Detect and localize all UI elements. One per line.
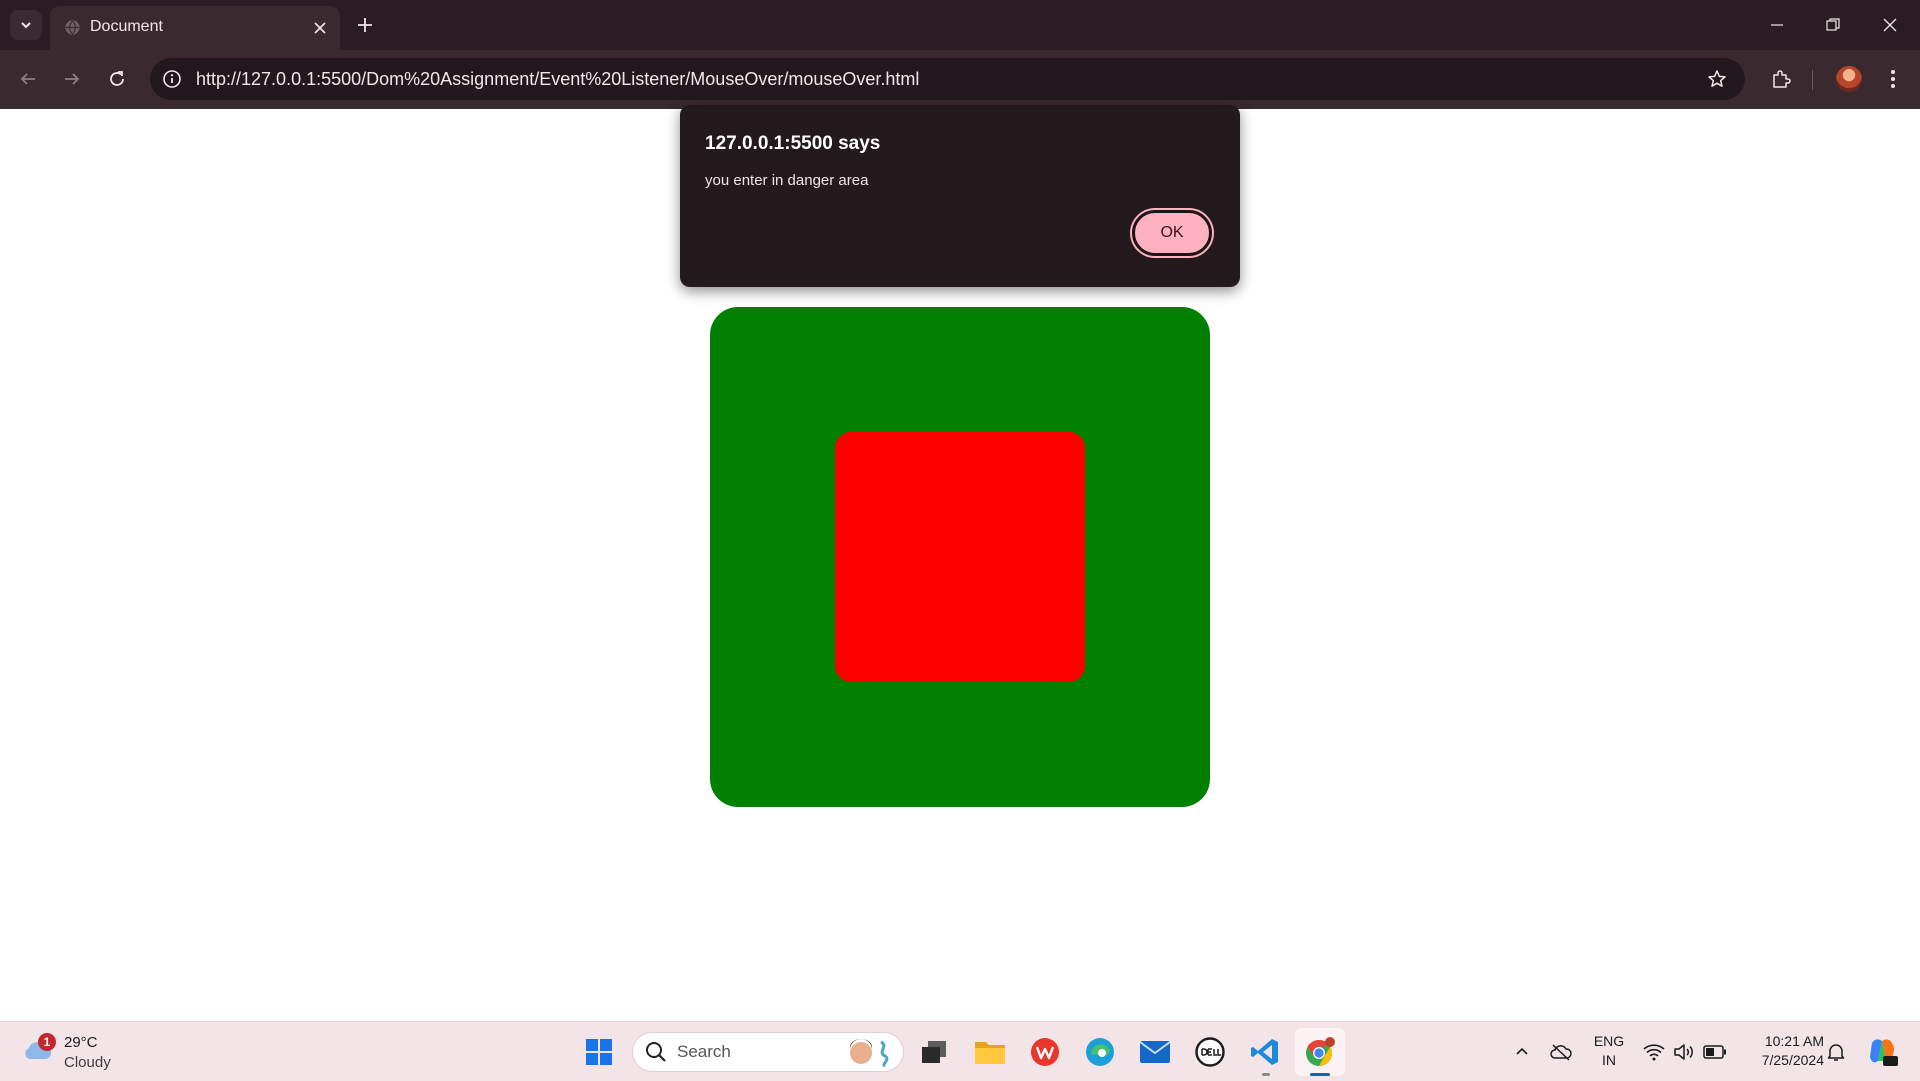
region-code: IN	[1602, 1052, 1616, 1068]
copilot-button[interactable]	[1865, 1034, 1899, 1068]
extensions-button[interactable]	[1765, 63, 1797, 95]
clock-time: 10:21 AM	[1764, 1033, 1824, 1049]
vscode-button[interactable]	[1245, 1032, 1285, 1072]
profile-avatar[interactable]	[1836, 66, 1862, 92]
wps-office-button[interactable]	[1025, 1032, 1065, 1072]
mail-icon	[1139, 1041, 1171, 1063]
tab-title: Document	[90, 18, 163, 35]
battery-button[interactable]	[1703, 1040, 1727, 1064]
notification-badge: 1	[38, 1033, 56, 1051]
edge-button[interactable]	[1080, 1032, 1120, 1072]
reload-icon	[110, 71, 124, 86]
battery-icon	[1703, 1045, 1726, 1059]
reload-button[interactable]	[101, 63, 133, 95]
edge-icon	[1086, 1038, 1114, 1066]
start-button[interactable]	[579, 1032, 619, 1072]
volume-button[interactable]	[1672, 1040, 1696, 1064]
wifi-button[interactable]	[1642, 1040, 1666, 1064]
alert-dialog: 127.0.0.1:5500 says you enter in danger …	[680, 105, 1240, 287]
folder-icon	[975, 1042, 1005, 1064]
close-window-button[interactable]	[1870, 10, 1910, 40]
danger-area-box[interactable]	[835, 432, 1085, 682]
file-explorer-button[interactable]	[970, 1032, 1010, 1072]
menu-button[interactable]	[1877, 63, 1909, 95]
browser-toolbar: http://127.0.0.1:5500/Dom%20Assignment/E…	[0, 50, 1920, 109]
language-indicator[interactable]: ENG IN	[1592, 1032, 1626, 1070]
language-code: ENG	[1593, 1033, 1625, 1049]
clock-date: 7/25/2024	[1761, 1052, 1824, 1068]
alert-message: you enter in danger area	[705, 172, 869, 189]
wps-office-icon	[1031, 1038, 1059, 1066]
chevron-down-icon	[21, 22, 31, 29]
search-label: Search	[677, 1042, 731, 1061]
restore-button[interactable]	[1813, 10, 1853, 40]
vscode-open-indicator	[1262, 1073, 1270, 1076]
restore-icon	[1826, 18, 1840, 31]
puzzle-icon	[1773, 70, 1791, 88]
task-view-icon	[922, 1041, 946, 1063]
globe-icon	[65, 20, 80, 35]
dell-button[interactable]	[1190, 1032, 1230, 1072]
back-button[interactable]	[12, 63, 44, 95]
cloud-offline-icon	[1550, 1044, 1572, 1061]
search-highlight-icon	[850, 1039, 889, 1068]
alert-title: 127.0.0.1:5500 says	[705, 133, 881, 154]
wifi-icon	[1643, 1044, 1665, 1061]
windows-start-icon	[586, 1039, 612, 1065]
star-icon	[1708, 70, 1726, 87]
tab-search-button[interactable]	[10, 10, 42, 40]
vscode-icon	[1251, 1039, 1278, 1065]
bookmark-button[interactable]	[1705, 67, 1729, 91]
ok-button[interactable]: OK	[1132, 210, 1212, 256]
chrome-icon	[1306, 1037, 1335, 1067]
close-icon	[1883, 18, 1897, 32]
site-info-button[interactable]	[160, 67, 184, 91]
weather-widget[interactable]: 1 29°C Cloudy	[20, 1030, 140, 1074]
toolbar-divider	[1812, 70, 1813, 90]
weather-temperature: 29°C	[64, 1034, 98, 1051]
new-tab-button[interactable]	[352, 12, 378, 38]
browser-tab-bar: Document	[0, 0, 1920, 50]
chrome-active-indicator	[1310, 1073, 1330, 1076]
url-text[interactable]: http://127.0.0.1:5500/Dom%20Assignment/E…	[196, 69, 919, 90]
speaker-icon	[1674, 1044, 1693, 1060]
mail-button[interactable]	[1135, 1032, 1175, 1072]
clock[interactable]: 10:21 AM 7/25/2024	[1740, 1032, 1824, 1070]
dell-icon	[1195, 1037, 1225, 1067]
close-icon	[314, 22, 326, 34]
browser-tab[interactable]: Document	[50, 6, 340, 50]
notification-bell-icon	[1827, 1044, 1845, 1061]
show-hidden-icons-button[interactable]	[1510, 1040, 1534, 1064]
onedrive-button[interactable]	[1549, 1040, 1573, 1064]
address-bar[interactable]: http://127.0.0.1:5500/Dom%20Assignment/E…	[150, 58, 1745, 100]
chevron-up-icon	[1516, 1047, 1528, 1055]
weather-condition: Cloudy	[64, 1054, 111, 1071]
notifications-button[interactable]	[1824, 1040, 1848, 1064]
taskbar-search[interactable]: Search	[632, 1032, 904, 1072]
minimize-button[interactable]	[1757, 10, 1797, 40]
info-icon	[163, 70, 181, 88]
kebab-menu-icon	[1891, 70, 1895, 88]
chrome-button[interactable]	[1300, 1032, 1340, 1072]
safe-area-box[interactable]	[710, 307, 1210, 807]
arrow-right-icon	[65, 73, 80, 85]
task-view-button[interactable]	[914, 1032, 954, 1072]
forward-button[interactable]	[56, 63, 88, 95]
taskbar: 1 29°C Cloudy Search ENG IN 10:21 AM 7/2…	[0, 1021, 1920, 1081]
copilot-icon	[1870, 1039, 1898, 1066]
minimize-icon	[1771, 24, 1783, 26]
arrow-left-icon	[20, 73, 35, 85]
tab-close-button[interactable]	[310, 18, 330, 38]
search-icon	[646, 1042, 666, 1062]
plus-icon	[358, 18, 372, 32]
